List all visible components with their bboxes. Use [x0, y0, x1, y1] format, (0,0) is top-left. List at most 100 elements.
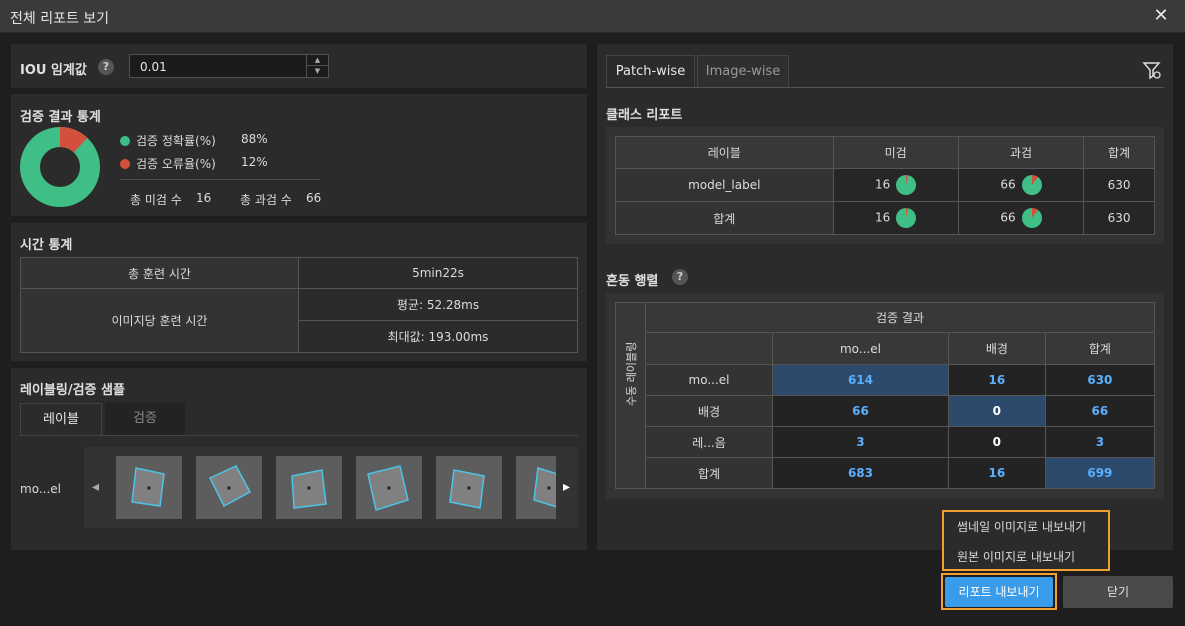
iou-threshold-value: 0.01	[140, 60, 167, 74]
sample-thumbnail[interactable]	[516, 456, 556, 519]
matrix-row-header: 합계	[645, 457, 773, 489]
matrix-cell: 630	[1044, 364, 1156, 396]
stepper-up-icon[interactable]: ▲	[307, 55, 328, 66]
sample-thumbnail[interactable]	[276, 456, 342, 519]
class-total-total: 630	[1083, 201, 1155, 235]
help-icon[interactable]: ?	[672, 269, 688, 285]
error-dot-icon	[120, 159, 130, 169]
filter-settings-icon[interactable]	[1142, 60, 1162, 80]
close-icon[interactable]: ✕	[1151, 6, 1171, 26]
class-row-over-value: 66	[1000, 177, 1016, 192]
total-time-label: 총 훈련 시간	[20, 257, 299, 289]
miss-pie-icon	[896, 175, 917, 195]
over-count-value: 66	[306, 191, 322, 205]
class-row-total: 630	[1083, 168, 1155, 202]
export-original-item[interactable]: 원본 이미지로 내보내기	[957, 548, 1075, 565]
tab-label[interactable]: 레이블	[20, 403, 102, 435]
iou-label: IOU 임계값	[20, 63, 87, 78]
matrix-cell: 3	[772, 426, 949, 458]
help-icon[interactable]: ?	[98, 59, 114, 75]
time-title: 시간 통계	[20, 238, 73, 253]
next-arrow-icon[interactable]: ▸	[563, 479, 570, 495]
matrix-cell: 3	[1044, 426, 1156, 458]
confusion-title: 혼동 행렬	[606, 274, 659, 289]
class-total-miss: 16	[832, 201, 959, 235]
sample-thumbnail[interactable]	[116, 456, 182, 519]
matrix-col-header: 합계	[1044, 332, 1156, 365]
sample-image	[196, 456, 262, 519]
matrix-row-header: mo...el	[645, 364, 773, 396]
tab-validation[interactable]: 검증	[105, 403, 185, 435]
sample-thumbnail[interactable]	[436, 456, 502, 519]
matrix-row-header: 배경	[645, 395, 773, 427]
total-time-value: 5min22s	[298, 257, 578, 289]
class-total-miss-value: 16	[875, 210, 891, 225]
export-report-button[interactable]: 리포트 내보내기	[945, 577, 1053, 607]
matrix-cell: 699	[1044, 457, 1156, 489]
accuracy-donut-chart	[20, 127, 100, 207]
miss-pie-icon	[896, 208, 917, 228]
sample-image	[276, 456, 342, 519]
sample-thumbnail[interactable]	[196, 456, 262, 519]
matrix-col-header: mo...el	[772, 332, 949, 365]
time-table: 총 훈련 시간 5min22s 이미지당 훈련 시간 평균: 52.28ms 최…	[20, 257, 578, 353]
class-report-table: 레이블 미검 과검 합계 model_label 16 66 630 합계 16…	[615, 136, 1155, 235]
class-total-over-value: 66	[1000, 210, 1016, 225]
result-header: 검증 결과	[645, 302, 1155, 333]
miss-count-value: 16	[196, 191, 212, 205]
error-legend: 검증 오류율(%)	[120, 155, 216, 172]
matrix-col-header: 배경	[947, 332, 1046, 365]
tab-patch-wise[interactable]: Patch-wise	[606, 55, 695, 87]
class-header-total: 합계	[1083, 136, 1155, 169]
accuracy-label: 검증 정확률(%)	[136, 134, 216, 148]
class-total-over: 66	[957, 201, 1085, 235]
error-label: 검증 오류율(%)	[136, 157, 216, 171]
manual-label-side-header: 수동 레이블링	[615, 302, 646, 489]
matrix-cell: 66	[1044, 395, 1156, 427]
class-row-over: 66	[957, 168, 1085, 202]
class-row-miss-value: 16	[875, 177, 891, 192]
class-row-label: model_label	[615, 168, 834, 202]
iou-threshold-input[interactable]: 0.01 ▲ ▼	[129, 54, 329, 78]
sample-image	[436, 456, 502, 519]
over-count-label: 총 과검 수	[240, 193, 292, 207]
over-pie-icon	[1021, 175, 1042, 195]
matrix-cell: 16	[947, 364, 1046, 396]
class-report-title: 클래스 리포트	[606, 108, 683, 123]
sample-thumbnail[interactable]	[356, 456, 422, 519]
export-thumbnail-item[interactable]: 썸네일 이미지로 내보내기	[957, 518, 1086, 535]
sample-image	[356, 456, 422, 519]
iou-stepper[interactable]: ▲ ▼	[306, 55, 328, 77]
matrix-cell: 683	[772, 457, 949, 489]
error-value: 12%	[241, 155, 268, 169]
sample-row-label: mo...el	[20, 482, 61, 496]
stepper-down-icon[interactable]: ▼	[307, 66, 328, 77]
prev-arrow-icon[interactable]: ◂	[92, 479, 99, 495]
accuracy-legend: 검증 정확률(%)	[120, 132, 216, 149]
class-row-miss: 16	[832, 168, 959, 202]
stats-title: 검증 결과 통계	[20, 110, 101, 125]
matrix-row-header: 레...음	[645, 426, 773, 458]
accuracy-dot-icon	[120, 136, 130, 146]
confusion-matrix: 수동 레이블링 검증 결과 mo...el 배경 합계 mo...el 614 …	[615, 302, 1156, 489]
samples-title: 레이블링/검증 샘플	[20, 383, 125, 398]
sample-image	[116, 456, 182, 519]
window-title: 전체 리포트 보기	[10, 11, 110, 27]
matrix-cell: 66	[772, 395, 949, 427]
class-total-label: 합계	[615, 201, 834, 235]
title-bar: 전체 리포트 보기 ✕	[0, 0, 1185, 33]
miss-count-label: 총 미검 수	[130, 193, 182, 207]
matrix-cell: 0	[947, 395, 1046, 427]
matrix-cell: 614	[772, 364, 949, 396]
accuracy-value: 88%	[241, 132, 268, 146]
stats-divider	[120, 179, 320, 180]
matrix-cell: 0	[947, 426, 1046, 458]
class-header-over: 과검	[957, 136, 1085, 169]
tab-image-wise[interactable]: Image-wise	[697, 55, 789, 87]
class-header-label: 레이블	[615, 136, 834, 169]
matrix-corner	[645, 332, 773, 365]
close-button[interactable]: 닫기	[1063, 576, 1173, 608]
max-time-value: 최대값: 193.00ms	[298, 320, 578, 353]
per-image-time-label: 이미지당 훈련 시간	[20, 288, 299, 353]
class-header-miss: 미검	[832, 136, 959, 169]
